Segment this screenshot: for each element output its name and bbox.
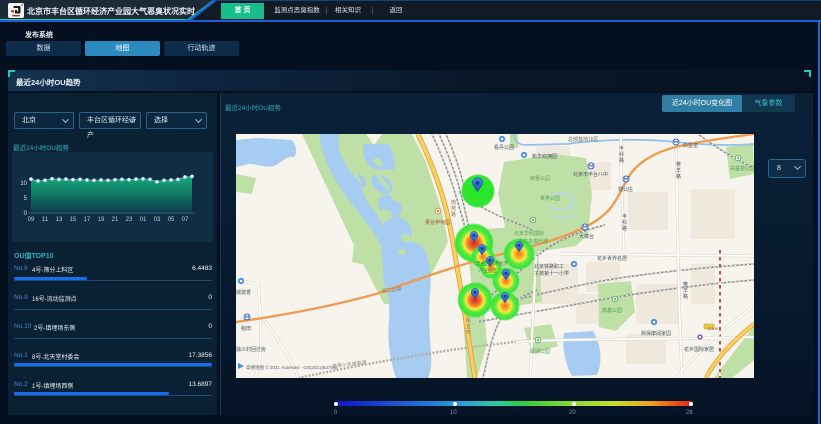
svg-text:白盆窑: 白盆窑 bbox=[683, 142, 698, 149]
svg-text:环: 环 bbox=[466, 330, 471, 336]
svg-text:白盆窑公园: 白盆窑公园 bbox=[730, 165, 754, 172]
svg-text:羊: 羊 bbox=[683, 287, 688, 294]
svg-text:高鑫公园: 高鑫公园 bbox=[602, 307, 622, 314]
svg-text:07: 07 bbox=[182, 217, 189, 223]
svg-text:产业园区: 产业园区 bbox=[479, 267, 497, 274]
svg-text:丰台区循环经济: 丰台区循环经济 bbox=[476, 260, 508, 267]
svg-text:郭公庄: 郭公庄 bbox=[618, 186, 633, 193]
svg-text:01: 01 bbox=[140, 217, 147, 223]
svg-text:樊: 樊 bbox=[683, 281, 688, 288]
svg-text:路: 路 bbox=[451, 211, 456, 218]
svg-text:高尔夫俱乐部: 高尔夫俱乐部 bbox=[518, 238, 548, 245]
svg-text:高德地图 © 2021 AutoNavi - GS(2021: 高德地图 © 2021 AutoNavi - GS(2021)6375号 bbox=[246, 364, 338, 371]
svg-text:北京华科国际: 北京华科国际 bbox=[514, 230, 544, 237]
svg-text:路: 路 bbox=[676, 173, 681, 180]
svg-text:丰: 丰 bbox=[622, 213, 627, 220]
svg-text:17: 17 bbox=[84, 217, 91, 223]
svg-text:北京市丰台八中: 北京市丰台八中 bbox=[573, 171, 608, 178]
svg-text:颐湖公园: 颐湖公园 bbox=[530, 348, 550, 355]
svg-text:看丹公园: 看丹公园 bbox=[494, 144, 514, 151]
svg-text:熙保康阔家园: 熙保康阔家园 bbox=[641, 330, 671, 337]
svg-text:果谷伊甸园: 果谷伊甸园 bbox=[425, 219, 450, 226]
svg-text:10: 10 bbox=[20, 181, 27, 187]
svg-text:北京铁路职工: 北京铁路职工 bbox=[534, 263, 564, 270]
svg-text:科: 科 bbox=[622, 219, 627, 226]
svg-text:13: 13 bbox=[56, 217, 63, 223]
svg-text:15: 15 bbox=[70, 217, 77, 223]
svg-text:5: 5 bbox=[24, 196, 28, 202]
svg-text:路: 路 bbox=[622, 225, 627, 232]
svg-text:独义村回迁房: 独义村回迁房 bbox=[236, 346, 266, 353]
svg-text:南: 南 bbox=[451, 199, 456, 206]
svg-text:丰: 丰 bbox=[619, 145, 624, 152]
svg-text:子弟第十一小学: 子弟第十一小学 bbox=[534, 270, 569, 277]
svg-text:城建香: 城建香 bbox=[236, 289, 251, 296]
svg-text:羊: 羊 bbox=[676, 167, 681, 174]
svg-text:花乡世界名居: 花乡世界名居 bbox=[597, 255, 627, 262]
svg-text:稻田: 稻田 bbox=[241, 325, 251, 332]
svg-text:21: 21 bbox=[112, 217, 119, 223]
svg-text:路: 路 bbox=[683, 293, 688, 300]
svg-text:花乡国际家居: 花乡国际家居 bbox=[684, 346, 714, 353]
svg-text:路: 路 bbox=[619, 157, 624, 164]
svg-text:总部基地18区: 总部基地18区 bbox=[568, 136, 599, 143]
svg-text:御景公园: 御景公园 bbox=[530, 175, 550, 182]
svg-text:23: 23 bbox=[126, 217, 133, 223]
svg-text:科: 科 bbox=[619, 151, 624, 158]
svg-text:樊: 樊 bbox=[676, 161, 681, 168]
svg-text:世界公园: 世界公园 bbox=[540, 195, 560, 202]
svg-text:11: 11 bbox=[42, 217, 49, 223]
svg-text:03: 03 bbox=[154, 217, 161, 223]
svg-text:苑: 苑 bbox=[451, 205, 456, 212]
svg-text:大葆台: 大葆台 bbox=[579, 233, 594, 240]
svg-text:09: 09 bbox=[28, 217, 35, 223]
svg-text:05: 05 bbox=[168, 217, 175, 223]
svg-text:19: 19 bbox=[98, 217, 105, 223]
svg-text:新华双拥园: 新华双拥园 bbox=[532, 153, 557, 160]
svg-text:G105: G105 bbox=[708, 326, 719, 331]
